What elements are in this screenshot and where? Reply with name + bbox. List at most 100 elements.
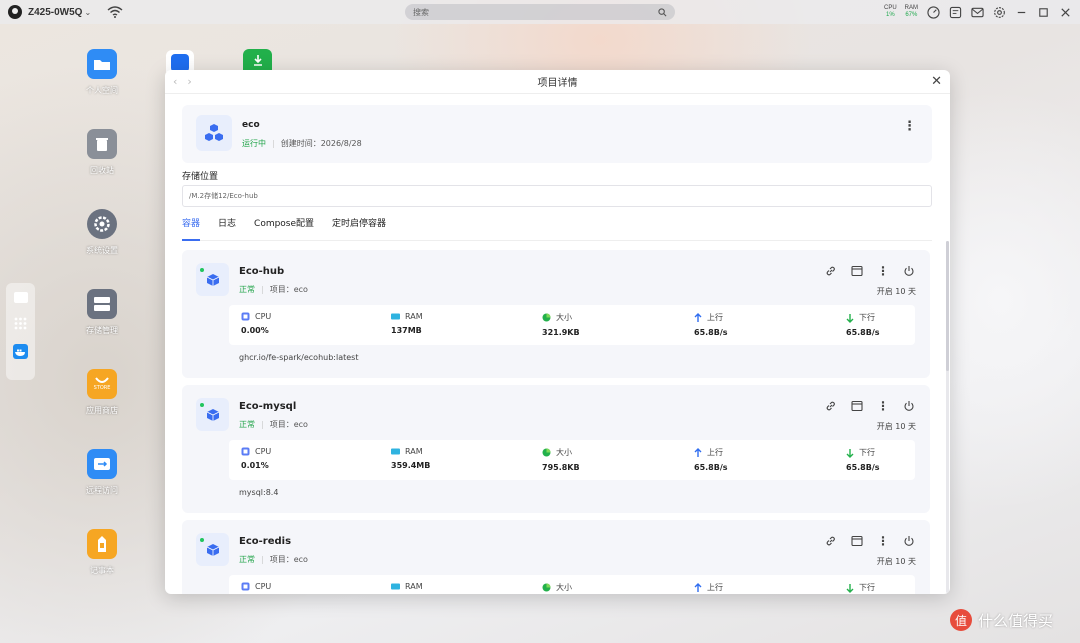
- window-title: 项目详情: [537, 78, 578, 89]
- notes-icon: [87, 529, 117, 559]
- stat-up-value: 65.8B/s: [694, 328, 728, 337]
- stat-down-label: 下行: [859, 583, 875, 592]
- desktop-icon-label: 个人空间: [86, 86, 118, 95]
- desktop-icon-settings[interactable]: 系统设置: [72, 209, 132, 256]
- stat-size-value: 321.9KB: [542, 328, 580, 337]
- ram-icon: [391, 583, 400, 590]
- storage-path-field[interactable]: /M.2存储12/Eco-hub: [182, 185, 932, 207]
- memo-icon[interactable]: [948, 5, 962, 19]
- stat-ram: RAM 137MB: [391, 312, 423, 335]
- settings-icon[interactable]: [992, 5, 1006, 19]
- tab-containers[interactable]: 容器: [182, 218, 201, 241]
- container-name: Eco-hub: [239, 266, 285, 277]
- cpu-icon: [241, 447, 250, 456]
- chevron-down-icon[interactable]: ⌄: [84, 8, 91, 17]
- search-icon[interactable]: [658, 7, 667, 17]
- link-icon[interactable]: [824, 534, 838, 548]
- stat-ram-value: 359.4MB: [391, 461, 431, 470]
- top-bar: Z425-0W5Q ⌄ 搜索 CPU 1% RAM 67%: [0, 0, 1080, 24]
- stat-size: 大小 795.8KB: [542, 447, 580, 472]
- running-indicator: [200, 268, 204, 272]
- desktop-icon-storage[interactable]: 存储管理: [72, 289, 132, 336]
- more-options-icon[interactable]: ⋮: [876, 264, 890, 278]
- docker-icon[interactable]: [13, 344, 28, 359]
- forward-arrow-icon[interactable]: ›: [187, 75, 191, 88]
- container-stats-panel: CPU RAM 大小 上行 下行: [229, 575, 915, 594]
- desktop-icon-label: 回收站: [90, 166, 114, 175]
- more-options-icon[interactable]: ⋮: [903, 119, 916, 134]
- terminal-window-icon[interactable]: [850, 399, 864, 413]
- mail-icon[interactable]: [970, 5, 984, 19]
- running-indicator: [200, 538, 204, 542]
- project-created: 创建时间：2026/8/28: [280, 139, 362, 148]
- search-placeholder: 搜索: [413, 7, 429, 17]
- container-status: 正常: [239, 555, 255, 564]
- close-icon[interactable]: [1058, 5, 1072, 19]
- project-detail-window: ‹ › 项目详情 ✕ eco 运行中 | 创建时间：2026/8/28 ⋮ 存储…: [165, 70, 950, 594]
- terminal-window-icon[interactable]: [850, 534, 864, 548]
- minimize-icon[interactable]: [1014, 5, 1028, 19]
- wifi-icon[interactable]: [107, 6, 123, 18]
- watermark: 值 什么值得买: [950, 609, 1053, 631]
- store-icon: STORE: [87, 369, 117, 399]
- power-icon[interactable]: [902, 534, 916, 548]
- scrollbar-thumb[interactable]: [946, 241, 949, 371]
- download-app-icon[interactable]: [243, 49, 272, 70]
- ram-meter[interactable]: RAM 67%: [905, 5, 918, 19]
- trash-icon: [87, 129, 117, 159]
- upload-arrow-icon: [694, 312, 702, 322]
- window-close-button[interactable]: ✕: [931, 74, 942, 89]
- desktop-icon-notes[interactable]: 记事本: [72, 529, 132, 576]
- stat-down-label: 下行: [859, 313, 875, 322]
- system-logo-icon[interactable]: [8, 5, 22, 19]
- desktop-icon-app-store[interactable]: STORE 应用商店: [72, 369, 132, 416]
- search-bar[interactable]: 搜索: [405, 4, 675, 20]
- gauge-icon[interactable]: [926, 5, 940, 19]
- stat-size-label: 大小: [556, 583, 572, 592]
- more-options-icon[interactable]: ⋮: [876, 534, 890, 548]
- maximize-icon[interactable]: [1036, 5, 1050, 19]
- power-icon[interactable]: [902, 264, 916, 278]
- power-icon[interactable]: [902, 399, 916, 413]
- stat-size: 大小 321.9KB: [542, 312, 580, 337]
- app-grid-icon[interactable]: [14, 317, 27, 330]
- scrollbar[interactable]: [946, 241, 949, 593]
- link-icon[interactable]: [824, 399, 838, 413]
- stat-cpu: CPU 0.01%: [241, 447, 271, 470]
- back-arrow-icon[interactable]: ‹: [173, 75, 177, 88]
- stat-cpu-label: CPU: [255, 582, 272, 591]
- terminal-window-icon[interactable]: [850, 264, 864, 278]
- desktop-icon-personal-space[interactable]: 个人空间: [72, 49, 132, 96]
- storage-location-label: 存储位置: [182, 172, 219, 182]
- more-options-icon[interactable]: ⋮: [876, 399, 890, 413]
- container-name: Eco-mysql: [239, 401, 297, 412]
- cpu-meter[interactable]: CPU 1%: [884, 5, 897, 19]
- container-uptime: 开启 10 天: [876, 287, 916, 296]
- pie-size-icon: [542, 313, 551, 322]
- stat-ram: RAM 359.4MB: [391, 447, 430, 470]
- container-image: ghcr.io/fe-spark/ecohub:latest: [239, 353, 359, 362]
- container-name: Eco-redis: [239, 536, 292, 547]
- desktop-view-icon[interactable]: [13, 292, 28, 303]
- project-cubes-icon: [196, 115, 232, 151]
- stat-cpu-label: CPU: [255, 312, 272, 321]
- desktop-icon-trash[interactable]: 回收站: [72, 129, 132, 176]
- stat-cpu-label: CPU: [255, 447, 272, 456]
- app-icon-partial[interactable]: [166, 50, 194, 72]
- stat-up-label: 上行: [707, 313, 723, 322]
- container-status: 正常: [239, 420, 255, 429]
- link-icon[interactable]: [824, 264, 838, 278]
- ram-icon: [391, 448, 400, 455]
- cpu-meter-value: 1%: [885, 12, 895, 18]
- stat-cpu-value: 0.00%: [241, 326, 269, 335]
- container-project: 项目：eco: [269, 555, 308, 564]
- upload-arrow-icon: [694, 447, 702, 457]
- tab-compose-config[interactable]: Compose配置: [254, 218, 314, 241]
- divider: |: [261, 285, 264, 294]
- hostname[interactable]: Z425-0W5Q: [28, 7, 82, 18]
- desktop-icon-remote-access[interactable]: 远程访问: [72, 449, 132, 496]
- stat-down: 下行 65.8B/s: [846, 312, 880, 337]
- stat-size: 大小: [542, 582, 572, 593]
- tab-scheduled-start-stop[interactable]: 定时启停容器: [332, 218, 386, 241]
- tab-logs[interactable]: 日志: [218, 218, 236, 241]
